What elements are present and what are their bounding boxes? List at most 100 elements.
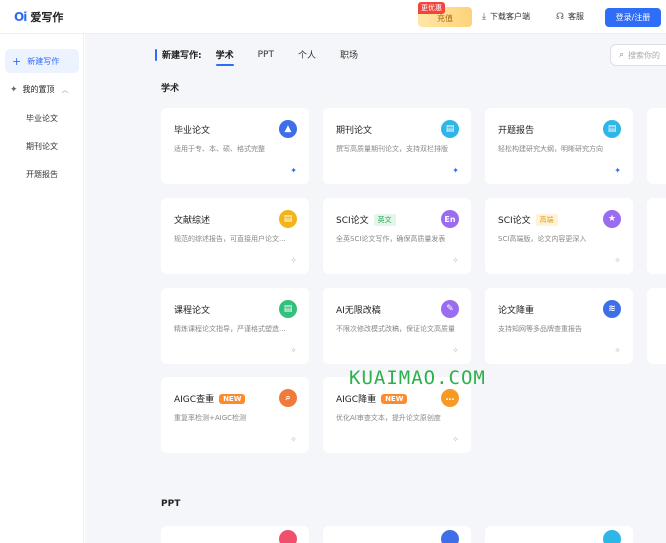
search-input[interactable]: ⌕ 搜索你的 [610,44,666,66]
pin-icon[interactable]: ✦ [452,166,459,175]
card-desc: 全英SCI论文写作，确保高质量发表 [336,235,446,243]
customer-service-link[interactable]: ☊ 客服 [556,11,584,22]
layers-icon: ≋ [603,300,621,318]
card-title: AIGC降重 NEW [336,392,408,405]
sidebar-item-journal-paper[interactable]: 期刊论文 [26,141,58,152]
graduation-cap-icon: ▲ [279,120,297,138]
card-desc: 轻松构建研究大纲，明晰研究方向 [498,145,603,153]
tag-new: NEW [381,393,408,404]
pin-icon[interactable]: ✦ [290,166,297,175]
card-course-paper[interactable]: 课程论文 精炼课程论文指导，严谨格式塑造... ▤ ✧ [161,288,309,364]
document-icon: ▤ [279,300,297,318]
card-sci-premium[interactable]: SCI论文 高端 SCI高端版，论文内容更深入 ★ ✧ [485,198,633,274]
card-graduation-thesis[interactable]: 毕业论文 适用于专、本、硕、格式完整 ▲ ✦ [161,108,309,184]
sidebar-new-writing[interactable]: + 新建写作 [5,49,79,73]
search-placeholder: 搜索你的 [628,50,661,60]
recharge-button[interactable]: 更优惠 充值 [418,2,472,27]
pin-icon[interactable]: ✦ [614,166,621,175]
card-journal-paper[interactable]: 期刊论文 撰写高质量期刊论文，支持双栏排版 ▤ ✦ [323,108,471,184]
card-desc: 撰写高质量期刊论文，支持双栏排版 [336,145,448,153]
search-icon: ⌕ [279,389,297,407]
card-title-text: 课程论文 [174,306,211,316]
card-title-text: 论文降重 [498,306,535,316]
card-proposal-report[interactable]: 开题报告 轻松构建研究大纲，明晰研究方向 ▤ ✦ [485,108,633,184]
chevron-up-icon: ︿ [61,85,69,94]
card-title-text: 期刊论文 [336,126,373,136]
tag-english: 英文 [373,213,396,226]
download-icon: ⤓ [482,11,486,22]
watermark: KUAIMAO.COM [349,367,486,389]
ppt-card[interactable] [485,526,633,543]
document-icon: ▤ [279,210,297,228]
card-title-text: SCI论文 [336,216,369,226]
card-title: SCI论文 高端 [498,213,558,226]
recharge-label: 充值 [437,14,453,23]
card-title: 文献综述 [174,213,210,226]
document-icon: ▤ [603,120,621,138]
card-title: 毕业论文 [174,123,210,136]
tab-ppt[interactable]: PPT [258,50,274,60]
card-title-text: AIGC查重 [174,395,215,405]
pen-icon: ✎ [441,300,459,318]
writing-tabs: 新建写作: 学术 PPT 个人 职场 [155,48,382,66]
card-ai-unlimited-revision[interactable]: AI无限改稿 不限次修改模式改稿，保证论文高质量 ✎ ✧ [323,288,471,364]
tab-academic[interactable]: 学术 [215,48,234,66]
download-client-link[interactable]: ⤓ 下载客户端 [482,11,530,22]
card-aigc-check[interactable]: AIGC查重 NEW 重复率检测+AIGC检测 ⌕ ✧ [161,377,309,453]
ppt-card[interactable] [323,526,471,543]
tab-workplace[interactable]: 职场 [340,48,358,61]
section-title-ppt: PPT [161,499,181,509]
service-label: 客服 [568,12,584,21]
tag-new: NEW [219,393,246,404]
ppt-icon [441,530,459,543]
pin-icon[interactable]: ✧ [452,346,459,355]
pin-icon[interactable]: ✧ [614,346,621,355]
card-plagiarism-reduction[interactable]: 论文降重 支持知网等多品牌查重报告 ≋ ✧ [485,288,633,364]
card-desc: SCI高端版，论文内容更深入 [498,235,587,243]
ppt-icon [279,530,297,543]
card-title: SCI论文 英文 [336,213,396,226]
ppt-card[interactable] [161,526,309,543]
new-writing-label: 新建写作 [27,56,60,66]
logo[interactable]: Oi 爱写作 [14,9,63,25]
sidebar-item-proposal-report[interactable]: 开题报告 [26,169,58,180]
tag-premium: 高端 [535,213,558,226]
search-icon: ⌕ [619,50,625,60]
pin-icon[interactable]: ✧ [452,435,459,444]
en-icon: En [441,210,459,228]
card-literature-review[interactable]: 文献综述 规范的综述报告，可直接用户论文... ▤ ✧ [161,198,309,274]
card-desc: 重复率检测+AIGC检测 [174,414,247,422]
plus-icon: + [12,54,22,68]
login-register-button[interactable]: 登录/注册 [605,8,661,27]
logo-text: 爱写作 [30,11,64,24]
card-desc: 精炼课程论文指导，严谨格式塑造... [174,325,286,333]
sidebar-item-graduation-thesis[interactable]: 毕业论文 [26,113,58,124]
sidebar: + 新建写作 ✦ 我的置顶 ︿ 毕业论文 期刊论文 开题报告 [0,34,84,543]
tab-personal[interactable]: 个人 [298,48,316,61]
ppt-icon [603,530,621,543]
pin-icon[interactable]: ✧ [452,256,459,265]
card-desc: 优化AI审查文本，提升论文原创度 [336,414,441,422]
pin-icon[interactable]: ✧ [290,256,297,265]
card-partial[interactable] [647,198,666,274]
logo-mark: Oi [14,10,27,24]
card-desc: 不限次修改模式改稿，保证论文高质量 [336,325,455,333]
card-partial[interactable] [647,288,666,364]
card-sci-english[interactable]: SCI论文 英文 全英SCI论文写作，确保高质量发表 En ✧ [323,198,471,274]
pin-icon[interactable]: ✧ [290,346,297,355]
pinned-label: 我的置顶 [22,85,55,94]
main-content: 新建写作: 学术 PPT 个人 职场 ⌕ 搜索你的 学术 毕业论文 适用于专、本… [85,34,666,543]
pin-icon[interactable]: ✧ [614,256,621,265]
download-label: 下载客户端 [489,12,530,21]
card-desc: 支持知网等多品牌查重报告 [498,325,582,333]
tabs-accent-bar [155,48,157,61]
sidebar-pinned-group[interactable]: ✦ 我的置顶 ︿ [10,84,69,95]
card-title-text: AI无限改稿 [336,306,381,316]
card-partial[interactable] [647,108,666,184]
pin-icon[interactable]: ✧ [290,435,297,444]
card-title: 期刊论文 [336,123,372,136]
card-title-text: SCI论文 [498,216,531,226]
document-icon: ▤ [441,120,459,138]
headset-icon: ☊ [556,11,564,22]
card-desc: 适用于专、本、硕、格式完整 [174,145,265,153]
